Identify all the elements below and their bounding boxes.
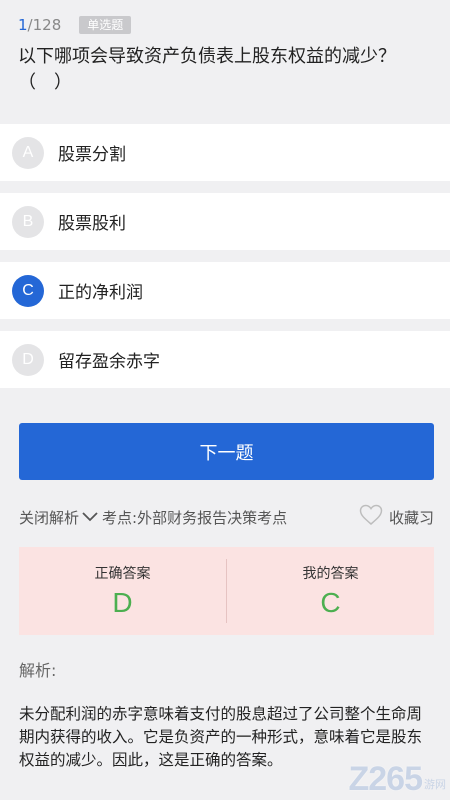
options-list: A 股票分割 B 股票股利 C 正的净利润 D 留存盈余赤字	[0, 124, 450, 388]
option-letter: B	[12, 205, 44, 238]
close-analysis-label: 关闭解析	[19, 508, 80, 527]
site-watermark: Z265 游网	[349, 762, 447, 796]
question-header: 1/128 单选题 以下哪项会导致资产负债表上股东权益的减少？（ ）	[0, 0, 450, 112]
option-text: 股票分割	[58, 145, 126, 165]
option-c[interactable]: C 正的净利润	[0, 262, 450, 319]
option-b[interactable]: B 股票股利	[0, 193, 450, 250]
correct-answer: 正确答案 D	[19, 547, 226, 635]
progress-indicator: 1/128	[18, 16, 61, 34]
option-letter: A	[12, 136, 44, 169]
answer-panel: 正确答案 D 我的答案 C	[19, 547, 434, 635]
option-text: 股票股利	[58, 214, 126, 234]
close-analysis-toggle[interactable]: 关闭解析	[19, 507, 98, 528]
progress-current: 1	[18, 16, 28, 34]
option-text: 留存盈余赤字	[58, 352, 160, 372]
favorite-label: 收藏习	[388, 508, 434, 527]
option-a[interactable]: A 股票分割	[0, 124, 450, 181]
option-letter: D	[12, 343, 44, 376]
option-text: 正的净利润	[58, 283, 143, 303]
correct-answer-value: D	[112, 587, 133, 618]
question-type-badge: 单选题	[79, 16, 132, 34]
watermark-logo: Z265	[348, 760, 423, 798]
progress-total: /128	[27, 16, 62, 34]
my-answer: 我的答案 C	[227, 547, 434, 635]
chevron-down-icon	[82, 511, 98, 523]
next-question-button[interactable]: 下一题	[19, 423, 434, 480]
explanation-title: 解析:	[19, 661, 57, 680]
my-answer-label: 我的答案	[302, 566, 359, 582]
exam-point-label: 考点:外部财务报告决策考点	[102, 508, 288, 527]
favorite-button[interactable]: 收藏习	[359, 504, 434, 530]
watermark-subtext: 游网	[424, 778, 446, 791]
question-text: 以下哪项会导致资产负债表上股东权益的减少？（ ）	[18, 46, 396, 93]
correct-answer-label: 正确答案	[94, 566, 151, 582]
analysis-bar: 关闭解析 考点:外部财务报告决策考点 收藏习	[19, 503, 434, 531]
my-answer-value: C	[320, 587, 341, 618]
progress-row: 1/128 单选题	[18, 14, 432, 36]
option-letter: C	[12, 274, 44, 307]
option-d[interactable]: D 留存盈余赤字	[0, 331, 450, 388]
heart-icon	[359, 504, 383, 530]
